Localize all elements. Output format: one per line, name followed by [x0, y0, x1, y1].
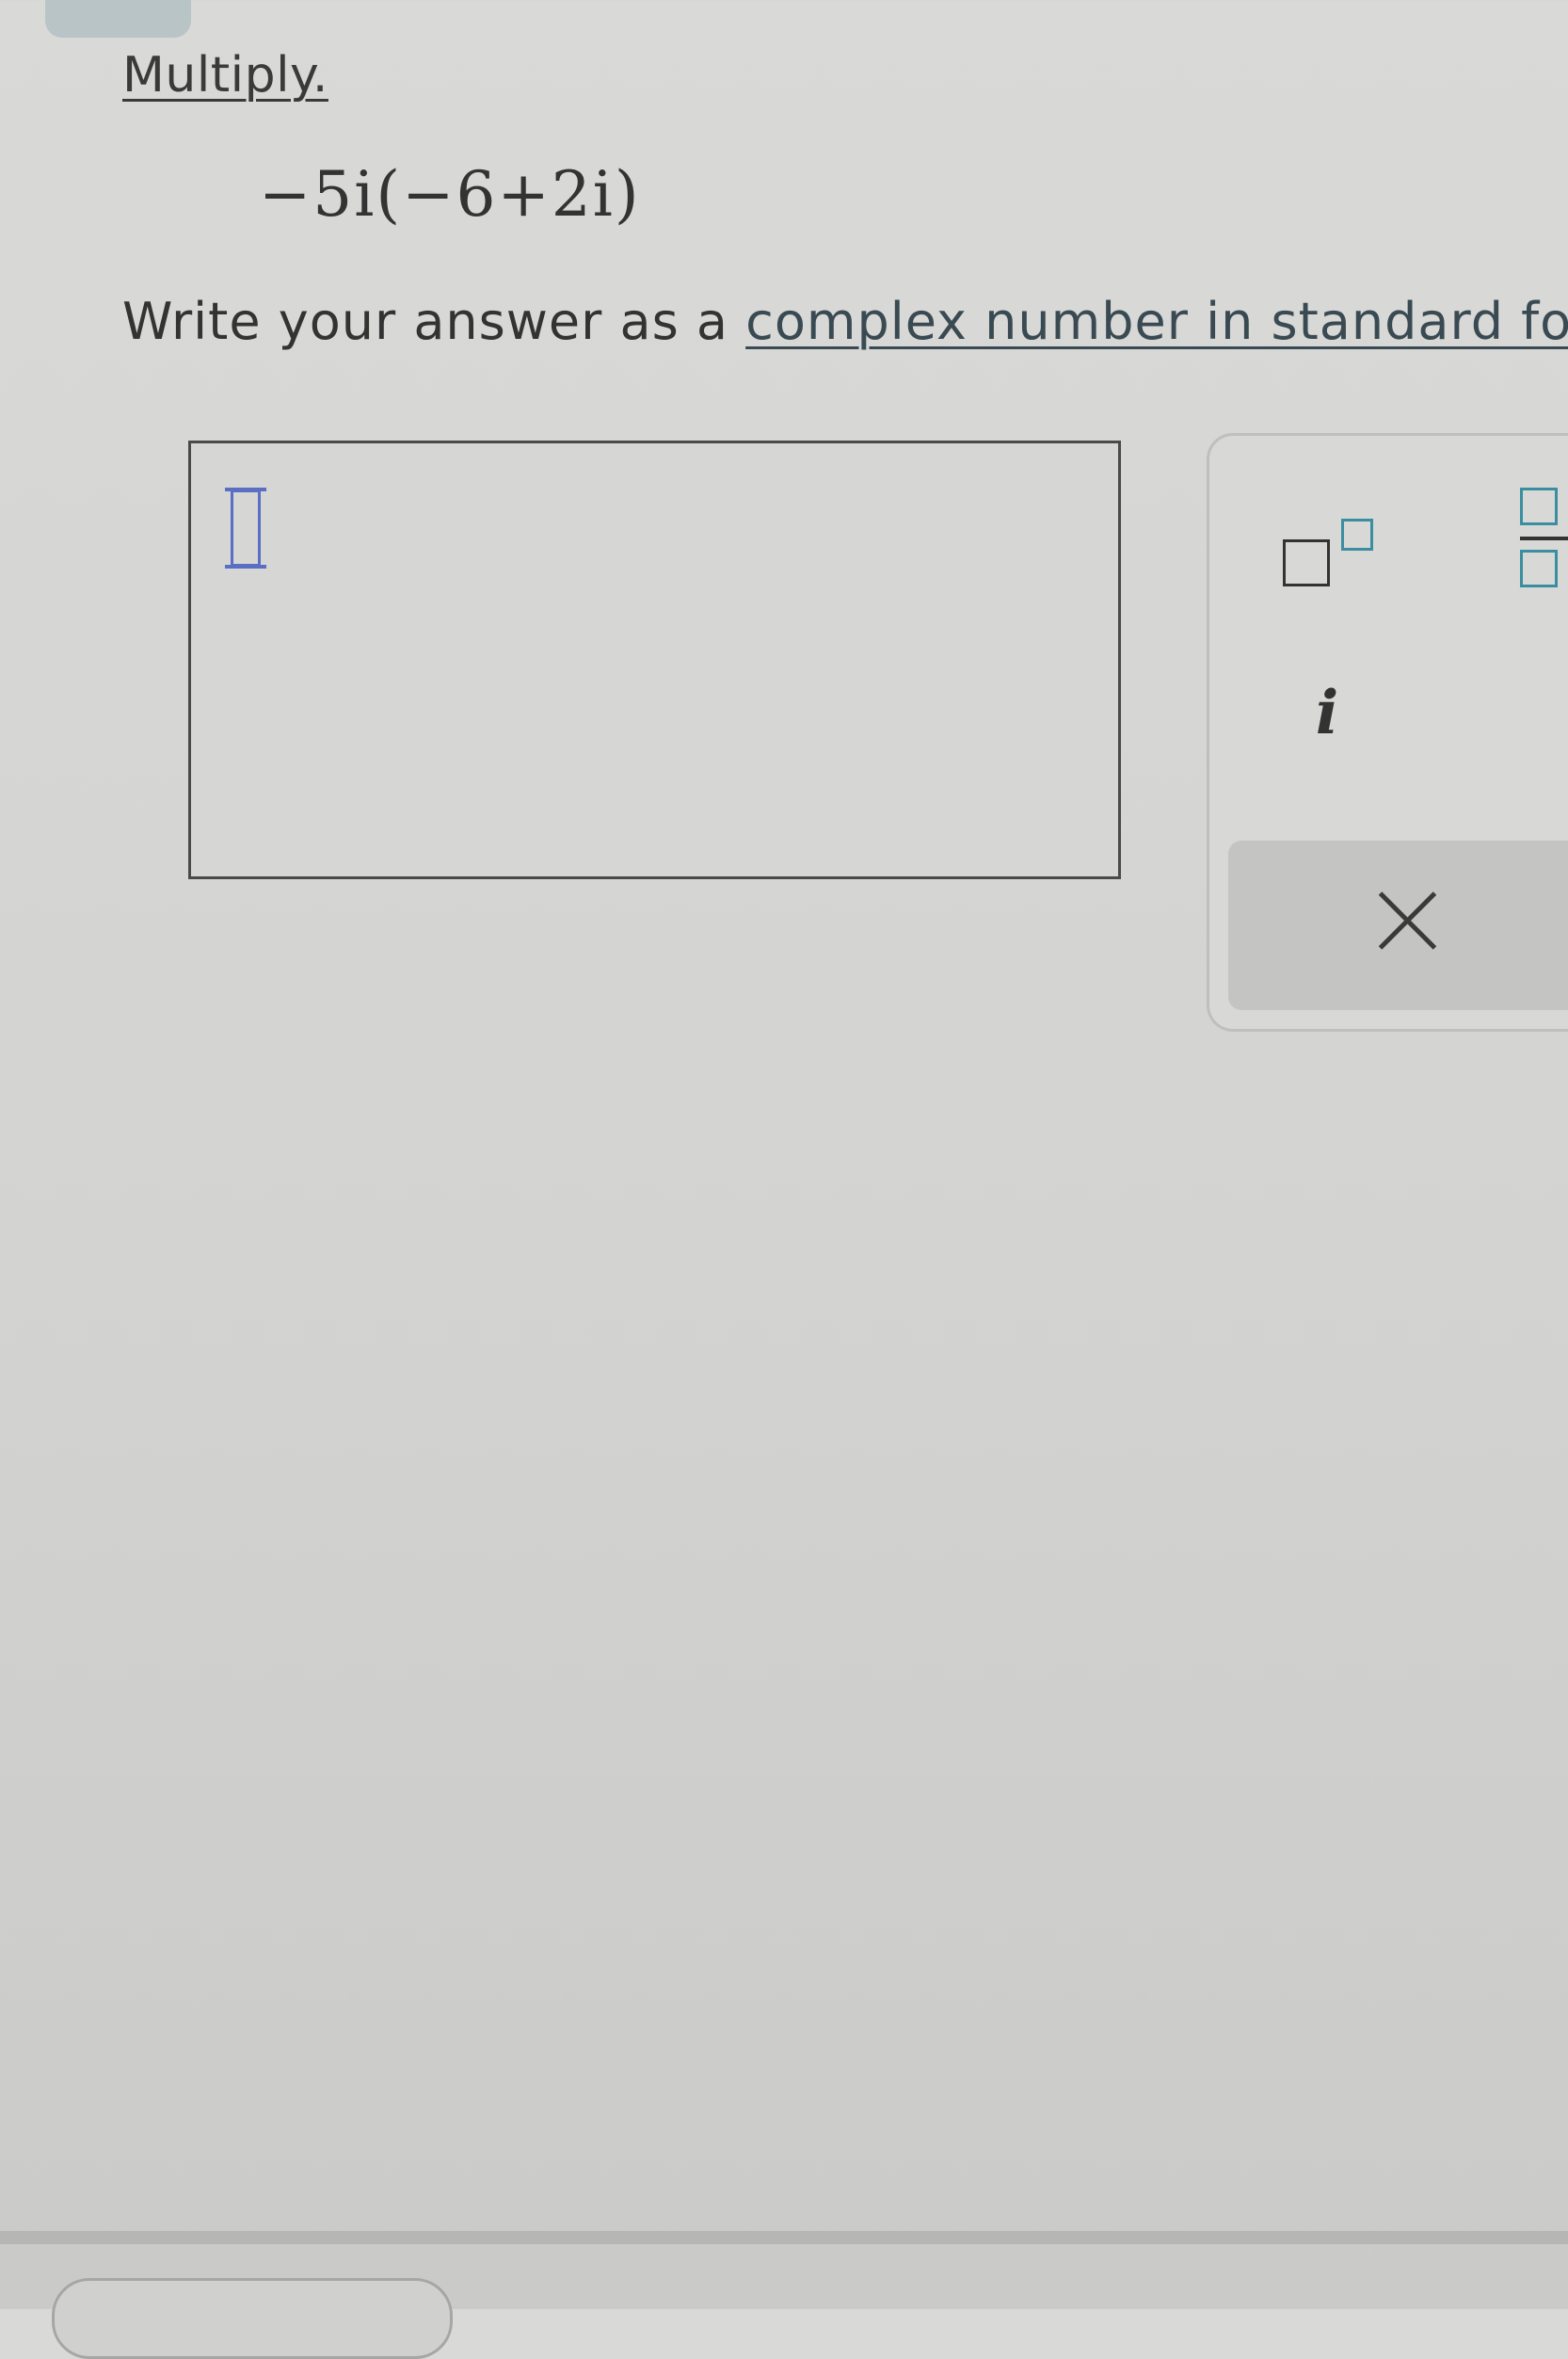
instruction-prefix: Write your answer as a — [122, 292, 746, 351]
denominator-box-icon — [1520, 550, 1558, 587]
top-tab[interactable] — [45, 0, 191, 38]
exponent-box-icon — [1341, 519, 1373, 551]
fraction-button[interactable] — [1520, 488, 1568, 610]
bottom-divider — [0, 2231, 1568, 2244]
clear-button[interactable] — [1228, 841, 1568, 1010]
answer-input[interactable] — [191, 443, 1118, 876]
close-icon — [1374, 888, 1440, 954]
problem-title[interactable]: Multiply. — [122, 47, 328, 104]
problem-expression: −5i(−6+2i) — [259, 158, 641, 231]
base-box-icon — [1283, 539, 1330, 586]
fraction-bar-icon — [1520, 537, 1568, 540]
imaginary-i-button[interactable]: i — [1294, 676, 1360, 751]
instruction-text: Write your answer as a complex number in… — [122, 292, 1568, 351]
answer-box[interactable] — [188, 441, 1121, 879]
bottom-action-button[interactable] — [52, 2278, 453, 2359]
cursor-placeholder-icon — [225, 488, 266, 569]
math-keypad: i — [1207, 433, 1568, 1032]
numerator-box-icon — [1520, 488, 1558, 525]
superscript-button[interactable] — [1275, 492, 1388, 596]
standard-form-link[interactable]: complex number in standard fo — [745, 292, 1568, 351]
